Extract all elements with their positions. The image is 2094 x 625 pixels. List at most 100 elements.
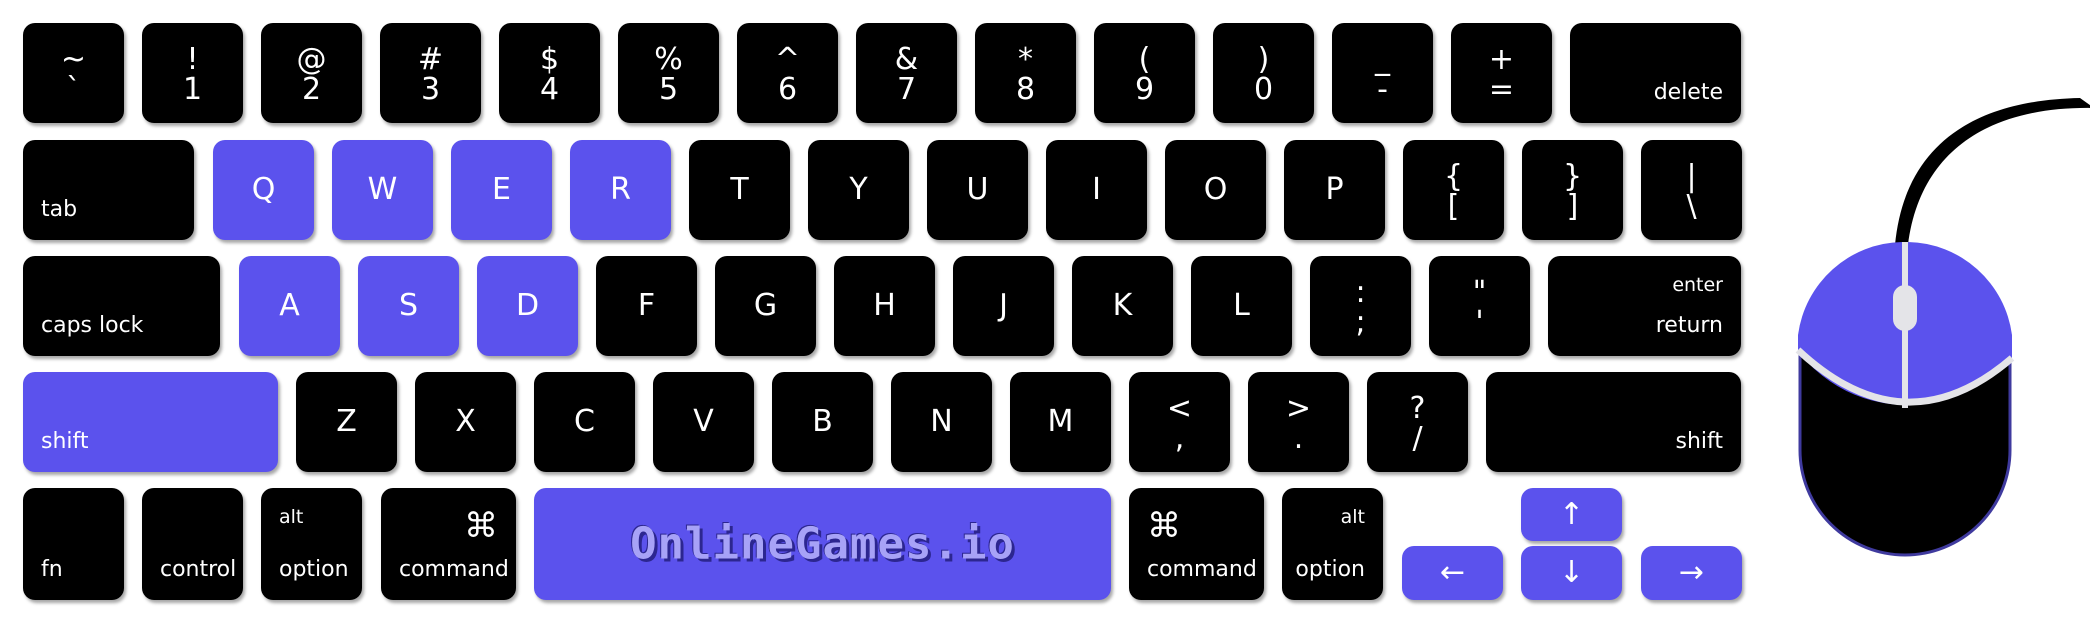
key-2[interactable]: @2 (261, 23, 362, 123)
key-label: B (812, 404, 833, 439)
key-bracket-1[interactable]: }] (1522, 140, 1623, 240)
key-11[interactable]: _ - (1332, 23, 1433, 123)
key-3[interactable]: #3 (380, 23, 481, 123)
key-label: fn (41, 557, 63, 582)
fn-key[interactable]: fn (23, 488, 124, 600)
key-label: 9 (1134, 72, 1155, 107)
key-label: shift (41, 429, 89, 454)
arrow-up-icon: ↑ (1558, 496, 1585, 532)
key-a[interactable]: A (239, 256, 340, 356)
key-label: , (1174, 421, 1185, 456)
right-shift-key[interactable]: shift (1486, 372, 1741, 472)
key-label: % (654, 42, 683, 77)
key-label: ? (1409, 391, 1426, 426)
key-label: 0 (1253, 72, 1274, 107)
key-o[interactable]: O (1165, 140, 1266, 240)
mouse-scroll-wheel[interactable] (1893, 285, 1917, 331)
key-label: J (999, 288, 1008, 323)
key-label: - (1377, 72, 1388, 107)
key-label: { (1443, 159, 1464, 194)
key-label: 5 (658, 72, 679, 107)
key-10[interactable]: ) 0 (1213, 23, 1314, 123)
key-label: < (1166, 391, 1193, 426)
key-label: ! (186, 42, 199, 77)
key-label: alt (279, 506, 304, 528)
key-label: D (515, 288, 540, 323)
key-label: | (1686, 159, 1697, 194)
key-t[interactable]: T (689, 140, 790, 240)
key-w[interactable]: W (332, 140, 433, 240)
key-label: 6 (777, 72, 798, 107)
key-label: enter (1672, 274, 1723, 296)
key-7[interactable]: & 7 (856, 23, 957, 123)
key-v[interactable]: V (653, 372, 754, 472)
key-m[interactable]: M (1010, 372, 1111, 472)
key-c[interactable]: C (534, 372, 635, 472)
space-key[interactable]: OnlineGames.io (534, 488, 1111, 600)
key-label: E (492, 172, 511, 207)
key-bracket-2[interactable]: | \ (1641, 140, 1742, 240)
key-label: O (1203, 172, 1228, 207)
caps-lock-key[interactable]: caps lock (23, 256, 220, 356)
key-q[interactable]: Q (213, 140, 314, 240)
key-6[interactable]: ^ 6 (737, 23, 838, 123)
arrow-right-key[interactable]: → (1641, 546, 1742, 600)
arrow-down-key[interactable]: ↓ (1521, 546, 1622, 600)
left-option-key[interactable]: alt option (261, 488, 362, 600)
key-h[interactable]: H (834, 256, 935, 356)
key-g[interactable]: G (715, 256, 816, 356)
key-label: tab (41, 197, 78, 222)
key-8[interactable]: * 8 (975, 23, 1076, 123)
return-key[interactable]: enter return (1548, 256, 1741, 356)
key-label: I (1092, 172, 1101, 207)
tab-key[interactable]: tab (23, 140, 194, 240)
key-label: V (693, 404, 714, 439)
control-key[interactable]: control (142, 488, 243, 600)
key-u[interactable]: U (927, 140, 1028, 240)
key-punct-0[interactable]: :; (1310, 256, 1411, 356)
arrow-left-key[interactable]: ← (1402, 546, 1503, 600)
key-label: 7 (896, 72, 917, 107)
arrow-right-icon: → (1678, 555, 1705, 590)
arrow-up-key[interactable]: ↑ (1521, 488, 1622, 541)
key-label: option (1295, 557, 1365, 582)
key-12[interactable]: + = (1451, 23, 1552, 123)
delete-key[interactable]: delete (1570, 23, 1741, 123)
key-n[interactable]: N (891, 372, 992, 472)
key-j[interactable]: J (953, 256, 1054, 356)
key-i[interactable]: I (1046, 140, 1147, 240)
left-command-key[interactable]: ⌘ command (381, 488, 516, 600)
key-sym-2[interactable]: ? / (1367, 372, 1468, 472)
key-f[interactable]: F (596, 256, 697, 356)
key-d[interactable]: D (477, 256, 578, 356)
right-command-key[interactable]: ⌘ command (1129, 488, 1264, 600)
key-label: : (1355, 275, 1366, 310)
key-label: Z (336, 404, 357, 439)
key-5[interactable]: % 5 (618, 23, 719, 123)
key-label: M (1047, 404, 1074, 439)
key-k[interactable]: K (1072, 256, 1173, 356)
key-s[interactable]: S (358, 256, 459, 356)
key-r[interactable]: R (570, 140, 671, 240)
key-1[interactable]: ! 1 (142, 23, 243, 123)
key-x[interactable]: X (415, 372, 516, 472)
key-bracket-0[interactable]: {[ (1403, 140, 1504, 240)
key-label: $ (539, 42, 560, 77)
key-sym-1[interactable]: >. (1248, 372, 1349, 472)
key-l[interactable]: L (1191, 256, 1292, 356)
key-label: Y (849, 172, 868, 207)
key-4[interactable]: $4 (499, 23, 600, 123)
key-e[interactable]: E (451, 140, 552, 240)
key-y[interactable]: Y (808, 140, 909, 240)
key-0[interactable]: ~ ` (23, 23, 124, 123)
key-b[interactable]: B (772, 372, 873, 472)
key-z[interactable]: Z (296, 372, 397, 472)
key-sym-0[interactable]: <, (1129, 372, 1230, 472)
space-logo: OnlineGames.io (630, 518, 1015, 570)
right-option-key[interactable]: alt option (1282, 488, 1383, 600)
key-9[interactable]: (9 (1094, 23, 1195, 123)
key-label: delete (1653, 80, 1723, 105)
key-p[interactable]: P (1284, 140, 1385, 240)
key-punct-1[interactable]: " ' (1429, 256, 1530, 356)
left-shift-key[interactable]: shift (23, 372, 278, 472)
